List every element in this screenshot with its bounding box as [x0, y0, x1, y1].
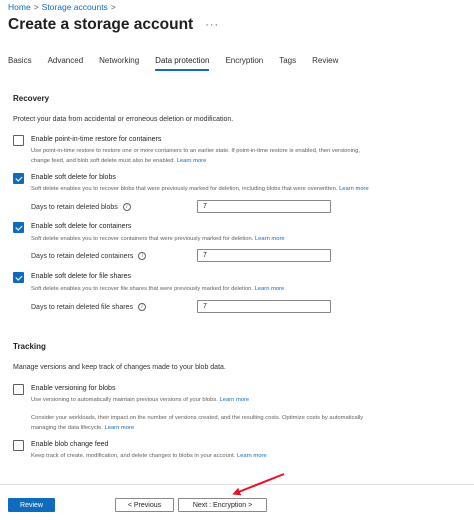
- soft-delete-containers-description-text: Soft delete enables you to recover conta…: [31, 236, 254, 242]
- footer-divider: [0, 484, 474, 485]
- soft-delete-blobs-description: Soft delete enables you to recover blobs…: [31, 185, 369, 195]
- retain-shares-label-text: Days to retain deleted file shares: [31, 303, 133, 311]
- versioning-cost-note: Consider your workloads, their impact on…: [31, 414, 363, 433]
- pitr-description-line1: Use point-in-time restore to restore one…: [31, 148, 360, 154]
- soft-delete-shares-checkbox[interactable]: [13, 272, 24, 283]
- retain-blobs-input[interactable]: 7: [197, 200, 331, 213]
- versioning-cost-note-line2: managing the data lifecycle.: [31, 424, 103, 431]
- soft-delete-blobs-learn-more-link[interactable]: Learn more: [339, 186, 369, 192]
- versioning-description: Use versioning to automatically maintain…: [31, 396, 249, 406]
- versioning-cost-learn-more-link[interactable]: Learn more: [105, 425, 135, 431]
- versioning-cost-note-line1: Consider your workloads, their impact on…: [31, 415, 364, 421]
- tab-review[interactable]: Review: [312, 56, 338, 71]
- pitr-label: Enable point-in-time restore for contain…: [31, 136, 162, 143]
- retain-containers-label: Days to retain deleted containers i: [31, 252, 147, 260]
- retain-shares-label: Days to retain deleted file shares i: [31, 303, 146, 311]
- change-feed-learn-more-link[interactable]: Learn more: [237, 453, 267, 459]
- breadcrumb: Home > Storage accounts >: [8, 2, 119, 12]
- tracking-heading: Tracking: [13, 342, 46, 351]
- previous-button[interactable]: < Previous: [115, 498, 174, 512]
- change-feed-description: Keep track of create, modification, and …: [31, 452, 267, 462]
- info-icon[interactable]: i: [138, 252, 147, 260]
- tab-networking[interactable]: Networking: [99, 56, 139, 71]
- versioning-label: Enable versioning for blobs: [31, 385, 116, 392]
- pitr-description: Use point-in-time restore to restore one…: [31, 147, 360, 166]
- info-icon[interactable]: i: [137, 303, 146, 311]
- soft-delete-containers-label: Enable soft delete for containers: [31, 223, 132, 230]
- tracking-intro: Manage versions and keep track of change…: [13, 364, 226, 371]
- retain-blobs-label-text: Days to retain deleted blobs: [31, 203, 118, 211]
- review-button[interactable]: Review: [8, 498, 55, 512]
- retain-blobs-label: Days to retain deleted blobs i: [31, 203, 131, 211]
- soft-delete-shares-label: Enable soft delete for file shares: [31, 273, 132, 280]
- pitr-checkbox[interactable]: [13, 135, 24, 146]
- recovery-intro: Protect your data from accidental or err…: [13, 116, 234, 123]
- tab-encryption[interactable]: Encryption: [225, 56, 263, 71]
- versioning-description-text: Use versioning to automatically maintain…: [31, 397, 218, 403]
- tab-data-protection[interactable]: Data protection: [155, 56, 210, 71]
- breadcrumb-separator: >: [110, 2, 116, 12]
- pitr-description-line2: change feed, and blob soft delete must a…: [31, 157, 176, 164]
- soft-delete-shares-description: Soft delete enables you to recover file …: [31, 285, 284, 295]
- title-row: Create a storage account ···: [8, 16, 219, 34]
- soft-delete-containers-learn-more-link[interactable]: Learn more: [255, 236, 285, 242]
- tab-bar: Basics Advanced Networking Data protecti…: [8, 56, 354, 71]
- soft-delete-blobs-checkbox[interactable]: [13, 173, 24, 184]
- info-icon[interactable]: i: [122, 203, 131, 211]
- breadcrumb-storage-accounts[interactable]: Storage accounts: [42, 2, 108, 12]
- change-feed-checkbox[interactable]: [13, 440, 24, 451]
- retain-containers-input[interactable]: 7: [197, 249, 331, 262]
- versioning-learn-more-link[interactable]: Learn more: [220, 397, 250, 403]
- soft-delete-shares-learn-more-link[interactable]: Learn more: [255, 286, 285, 292]
- soft-delete-containers-description: Soft delete enables you to recover conta…: [31, 235, 285, 245]
- retain-shares-input[interactable]: 7: [197, 300, 331, 313]
- tab-basics[interactable]: Basics: [8, 56, 32, 71]
- tab-tags[interactable]: Tags: [279, 56, 296, 71]
- more-options-button[interactable]: ···: [205, 19, 219, 31]
- recovery-heading: Recovery: [13, 94, 50, 103]
- soft-delete-blobs-label: Enable soft delete for blobs: [31, 174, 116, 181]
- change-feed-label: Enable blob change feed: [31, 441, 109, 448]
- tab-advanced[interactable]: Advanced: [48, 56, 84, 71]
- pitr-learn-more-link[interactable]: Learn more: [177, 158, 207, 164]
- breadcrumb-separator: >: [33, 2, 39, 12]
- change-feed-description-text: Keep track of create, modification, and …: [31, 453, 236, 459]
- retain-containers-label-text: Days to retain deleted containers: [31, 252, 134, 260]
- next-encryption-button[interactable]: Next : Encryption >: [178, 498, 267, 512]
- breadcrumb-home[interactable]: Home: [8, 2, 31, 12]
- soft-delete-containers-checkbox[interactable]: [13, 222, 24, 233]
- soft-delete-shares-description-text: Soft delete enables you to recover file …: [31, 286, 254, 292]
- soft-delete-blobs-description-text: Soft delete enables you to recover blobs…: [31, 186, 338, 192]
- page-title: Create a storage account: [8, 16, 194, 33]
- versioning-checkbox[interactable]: [13, 384, 24, 395]
